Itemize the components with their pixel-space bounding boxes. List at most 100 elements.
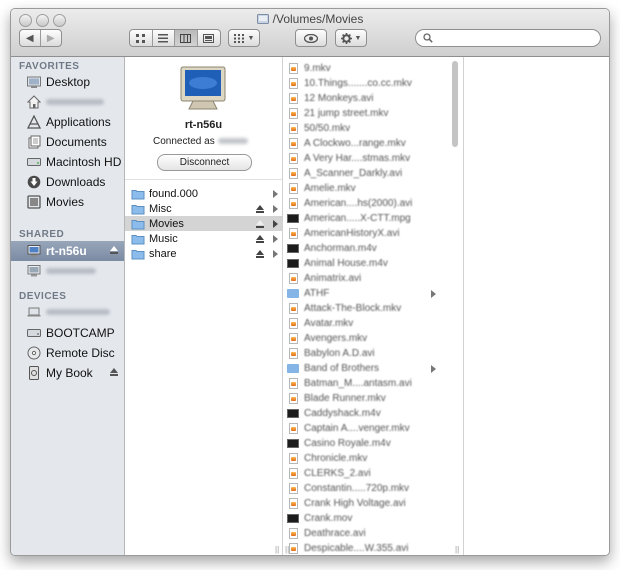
file-name: 9.mkv [304, 63, 331, 74]
eye-icon [304, 33, 318, 43]
file-row[interactable]: Caddyshack.m4v [283, 406, 448, 421]
share-row-misc[interactable]: Misc [125, 201, 282, 216]
file-row[interactable]: A_Scanner_Darkly.avi [283, 166, 448, 181]
search-input[interactable] [436, 31, 600, 46]
redacted-home-name [46, 99, 104, 105]
column-view-icon [180, 33, 192, 43]
video-thumbnail-icon [287, 409, 299, 418]
file-row[interactable]: Constantin.....720p.mkv [283, 481, 448, 496]
file-row[interactable]: A Very Har....stmas.mkv [283, 151, 448, 166]
file-row[interactable]: A Clockwo...range.mkv [283, 136, 448, 151]
file-row[interactable]: Avengers.mkv [283, 331, 448, 346]
window-title: /Volumes/Movies [11, 12, 609, 26]
movie-file-icon [289, 228, 298, 239]
sidebar-item-my-book[interactable]: My Book [11, 363, 124, 383]
file-row[interactable]: 9.mkv [283, 61, 448, 76]
sidebar-item-rt-n56u[interactable]: rt-n56u [11, 241, 124, 261]
file-row[interactable]: Crank High Voltage.avi [283, 496, 448, 511]
eject-icon[interactable] [256, 220, 264, 228]
grid-icon [233, 33, 244, 43]
computer-icon [27, 265, 41, 277]
sidebar-item-bootcamp[interactable]: BOOTCAMP [11, 323, 124, 343]
folder-row[interactable]: Band of Brothers [283, 361, 448, 376]
share-row-music[interactable]: Music [125, 231, 282, 246]
eject-icon[interactable] [110, 246, 118, 254]
sidebar-item-macintosh-hd[interactable]: Macintosh HD [11, 152, 124, 172]
sidebar-item-this-computer[interactable] [11, 302, 124, 322]
sidebar-item-movies[interactable]: Movies [11, 192, 124, 212]
file-row[interactable]: Animal House.m4v [283, 256, 448, 271]
file-row[interactable]: Crank.mov [283, 511, 448, 526]
file-row[interactable]: Despicable....W.355.avi [283, 541, 448, 555]
triangle-right-icon: ▶ [46, 32, 55, 44]
sidebar-item-desktop[interactable]: Desktop [11, 72, 124, 92]
movie-file-icon [289, 123, 298, 134]
movie-file-icon [289, 498, 298, 509]
gear-icon [340, 32, 352, 44]
folder-row[interactable]: ATHF [283, 286, 448, 301]
sidebar-item-label: Remote Disc [46, 346, 115, 360]
file-row[interactable]: AmericanHistoryX.avi [283, 226, 448, 241]
disconnect-button[interactable]: Disconnect [157, 154, 252, 171]
file-row[interactable]: Amelie.mkv [283, 181, 448, 196]
share-name: found.000 [149, 187, 198, 200]
file-row[interactable]: Casino Royale.m4v [283, 436, 448, 451]
file-name: Casino Royale.m4v [304, 438, 391, 449]
sidebar-item-documents[interactable]: Documents [11, 132, 124, 152]
folder-icon [131, 219, 145, 229]
file-row[interactable]: Babylon A.D.avi [283, 346, 448, 361]
column-resize-handle[interactable]: || [285, 545, 292, 554]
file-row[interactable]: Anchorman.m4v [283, 241, 448, 256]
eject-icon[interactable] [110, 368, 118, 376]
file-row[interactable]: Deathrace.avi [283, 526, 448, 541]
sidebar-item-label: Downloads [46, 175, 106, 189]
eject-icon[interactable] [256, 250, 264, 258]
file-row[interactable]: Animatrix.avi [283, 271, 448, 286]
file-row[interactable]: Avatar.mkv [283, 316, 448, 331]
triangle-left-icon: ◀ [25, 32, 34, 44]
search-field[interactable] [415, 29, 601, 47]
column-resize-handle[interactable]: || [275, 545, 282, 554]
file-row[interactable]: 50/50.mkv [283, 121, 448, 136]
file-row[interactable]: 21 jump street.mkv [283, 106, 448, 121]
server-icon [27, 245, 41, 257]
forward-button[interactable]: ▶ [41, 30, 61, 46]
eject-icon[interactable] [256, 205, 264, 213]
sidebar-item-applications[interactable]: Applications [11, 112, 124, 132]
quicklook-button[interactable] [295, 29, 327, 47]
action-menu-button[interactable]: ▼ [335, 29, 367, 47]
vertical-scrollbar[interactable] [452, 61, 458, 147]
arrange-button[interactable]: ▼ [228, 29, 260, 47]
connected-as-label: Connected as [153, 136, 248, 147]
icon-view-button[interactable] [130, 30, 153, 46]
file-row[interactable]: Blade Runner.mkv [283, 391, 448, 406]
file-row[interactable]: Chronicle.mkv [283, 451, 448, 466]
sidebar-item-home[interactable] [11, 92, 124, 112]
file-row[interactable]: CLERKS_2.avi [283, 466, 448, 481]
coverflow-view-button[interactable] [198, 30, 220, 46]
file-row[interactable]: Attack-The-Block.mkv [283, 301, 448, 316]
video-thumbnail-icon [287, 244, 299, 253]
sidebar-item-downloads[interactable]: Downloads [11, 172, 124, 192]
video-thumbnail-icon [287, 439, 299, 448]
file-row[interactable]: American....hs(2000).avi [283, 196, 448, 211]
share-row-share[interactable]: share [125, 246, 282, 261]
share-row-movies[interactable]: Movies [125, 216, 282, 231]
disclosure-arrow-icon [273, 250, 278, 258]
file-name: American.....X-CTT.mpg [304, 213, 411, 224]
back-button[interactable]: ◀ [20, 30, 41, 46]
file-row[interactable]: 12 Monkeys.avi [283, 91, 448, 106]
eject-icon[interactable] [256, 235, 264, 243]
sidebar-item-remote-disc[interactable]: Remote Disc [11, 343, 124, 363]
file-name: A_Scanner_Darkly.avi [304, 168, 403, 179]
list-view-button[interactable] [153, 30, 175, 46]
share-name: Music [149, 232, 178, 245]
column-resize-handle[interactable]: || [455, 545, 462, 554]
share-row-found[interactable]: found.000 [125, 186, 282, 201]
file-row[interactable]: Batman_M....antasm.avi [283, 376, 448, 391]
file-row[interactable]: 10.Things.......co.cc.mkv [283, 76, 448, 91]
sidebar-item-shared-computer[interactable] [11, 261, 124, 281]
file-row[interactable]: Captain A....venger.mkv [283, 421, 448, 436]
file-row[interactable]: American.....X-CTT.mpg [283, 211, 448, 226]
column-view-button[interactable] [175, 30, 198, 46]
